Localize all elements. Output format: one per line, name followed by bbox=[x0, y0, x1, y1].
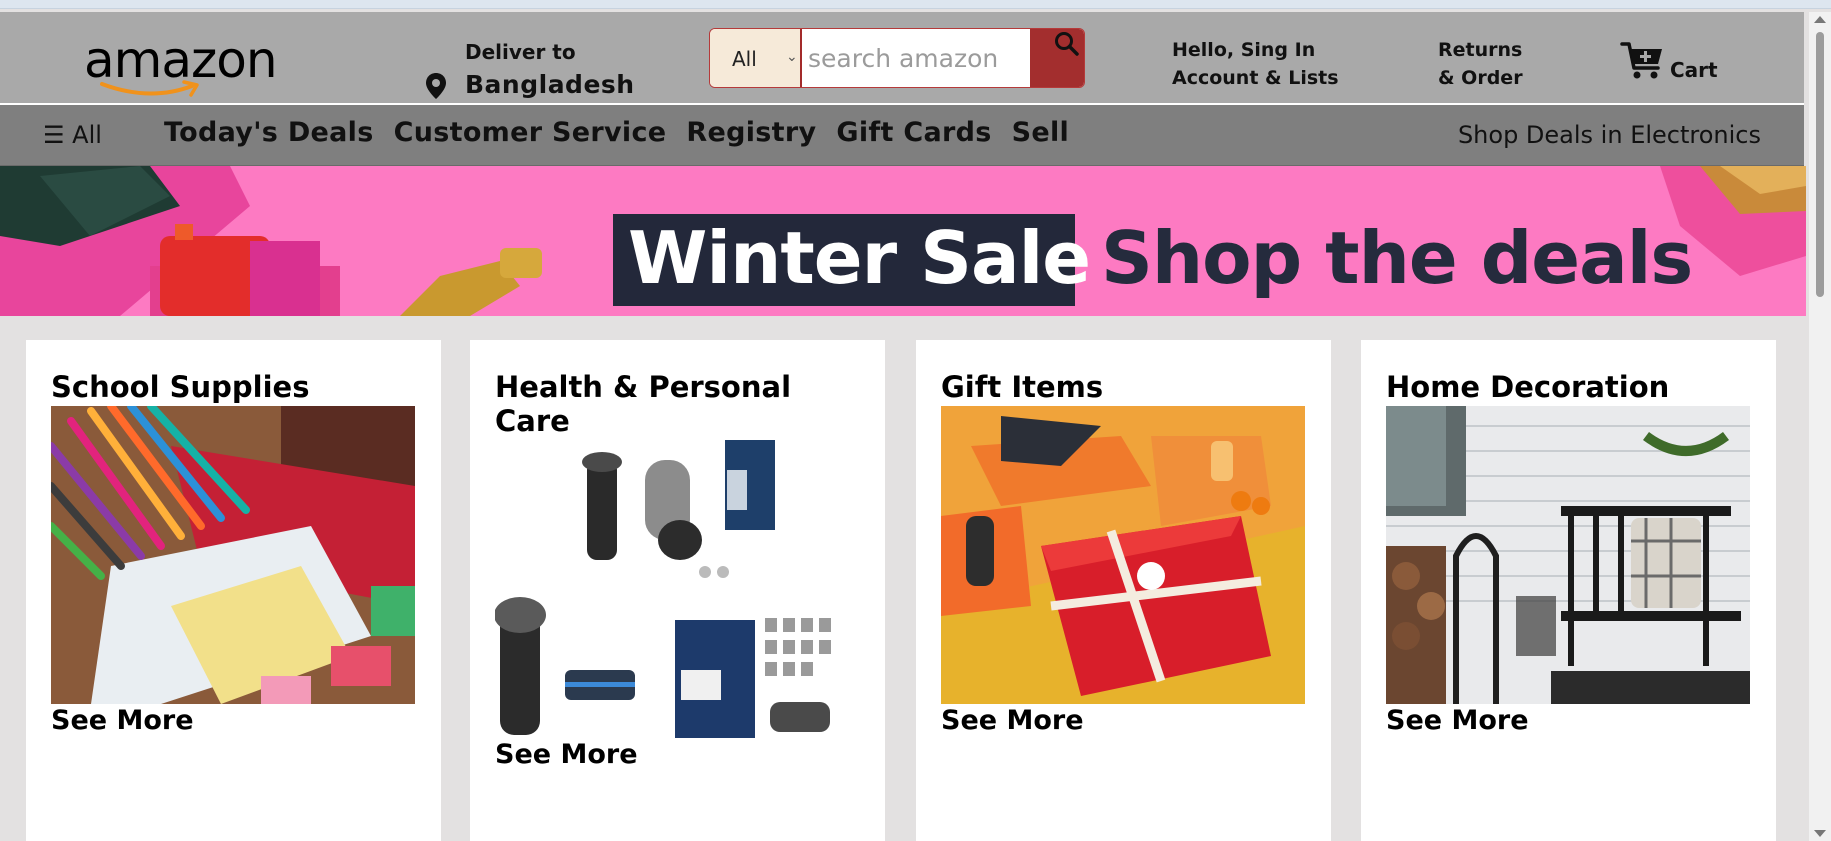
nav-link-todays-deals[interactable]: Today's Deals bbox=[164, 117, 374, 148]
search-button[interactable] bbox=[1030, 29, 1084, 87]
search-category-value: All bbox=[732, 47, 757, 71]
health-personal-care-image[interactable] bbox=[495, 440, 859, 738]
category-card-health-personal-care: Health & Personal Care See More bbox=[470, 340, 885, 841]
scroll-up-arrow-icon[interactable] bbox=[1814, 16, 1826, 23]
cart-icon bbox=[1620, 42, 1662, 79]
logo-text: amazon bbox=[84, 31, 278, 89]
card-title: Home Decoration bbox=[1386, 370, 1670, 404]
category-card-school-supplies: School Supplies See More bbox=[26, 340, 441, 841]
search-input[interactable] bbox=[802, 29, 1028, 87]
deliver-to[interactable]: Deliver to Bangladesh bbox=[425, 28, 645, 99]
see-more-link[interactable]: See More bbox=[941, 705, 1084, 736]
school-supplies-image[interactable] bbox=[51, 406, 415, 704]
returns-label: Returns bbox=[1438, 39, 1523, 61]
gift-items-image[interactable] bbox=[941, 406, 1305, 704]
orders-label: & Order bbox=[1438, 67, 1523, 89]
home-decoration-image[interactable] bbox=[1386, 406, 1750, 704]
card-title: Gift Items bbox=[941, 370, 1104, 404]
nav-links: Today's Deals Customer Service Registry … bbox=[164, 117, 1069, 148]
see-more-link[interactable]: See More bbox=[495, 739, 638, 770]
amazon-logo[interactable]: amazon bbox=[84, 34, 278, 98]
vertical-scrollbar[interactable] bbox=[1809, 12, 1831, 841]
all-menu-button[interactable]: ☰ All bbox=[43, 121, 102, 149]
chevron-down-icon: ⌄ bbox=[786, 49, 798, 65]
site-header: amazon Deliver to Bangladesh All ⌄ Hello… bbox=[0, 12, 1804, 105]
browser-top-edge bbox=[0, 0, 1831, 9]
deliver-label: Deliver to bbox=[465, 40, 576, 64]
account-lists-label: Account & Lists bbox=[1172, 67, 1339, 89]
deliver-location: Bangladesh bbox=[465, 70, 635, 99]
see-more-link[interactable]: See More bbox=[51, 705, 194, 736]
scroll-down-arrow-icon[interactable] bbox=[1814, 830, 1826, 837]
account-greeting: Hello, Sing In bbox=[1172, 39, 1316, 61]
nav-bar: ☰ All Today's Deals Customer Service Reg… bbox=[0, 105, 1804, 166]
category-card-gift-items: Gift Items See More bbox=[916, 340, 1331, 841]
scrollbar-thumb[interactable] bbox=[1816, 32, 1824, 297]
returns-orders[interactable]: Returns & Order bbox=[1438, 36, 1548, 92]
nav-link-sell[interactable]: Sell bbox=[1012, 117, 1069, 148]
nav-link-registry[interactable]: Registry bbox=[686, 117, 816, 148]
category-card-home-decoration: Home Decoration See More bbox=[1361, 340, 1776, 841]
location-pin-icon bbox=[426, 73, 446, 99]
search-category-select[interactable]: All ⌄ bbox=[710, 29, 802, 87]
banner-highlight-text: Winter Sale bbox=[628, 216, 1091, 300]
see-more-link[interactable]: See More bbox=[1386, 705, 1529, 736]
account-lists[interactable]: Hello, Sing In Account & Lists bbox=[1172, 36, 1372, 92]
nav-link-customer-service[interactable]: Customer Service bbox=[394, 117, 667, 148]
card-title: School Supplies bbox=[51, 370, 310, 404]
search-icon bbox=[1055, 32, 1079, 56]
nav-link-gift-cards[interactable]: Gift Cards bbox=[836, 117, 991, 148]
shop-deals-electronics-link[interactable]: Shop Deals in Electronics bbox=[1458, 121, 1761, 149]
cart-button[interactable]: Cart bbox=[1620, 38, 1740, 88]
logo-smile-icon bbox=[100, 80, 199, 97]
search-bar: All ⌄ bbox=[709, 28, 1085, 88]
banner-text: Shop the deals bbox=[1101, 216, 1693, 300]
promo-banner[interactable]: Winter Sale Shop the deals bbox=[0, 166, 1806, 316]
cart-label: Cart bbox=[1670, 58, 1718, 82]
card-title: Health & Personal Care bbox=[495, 370, 792, 438]
